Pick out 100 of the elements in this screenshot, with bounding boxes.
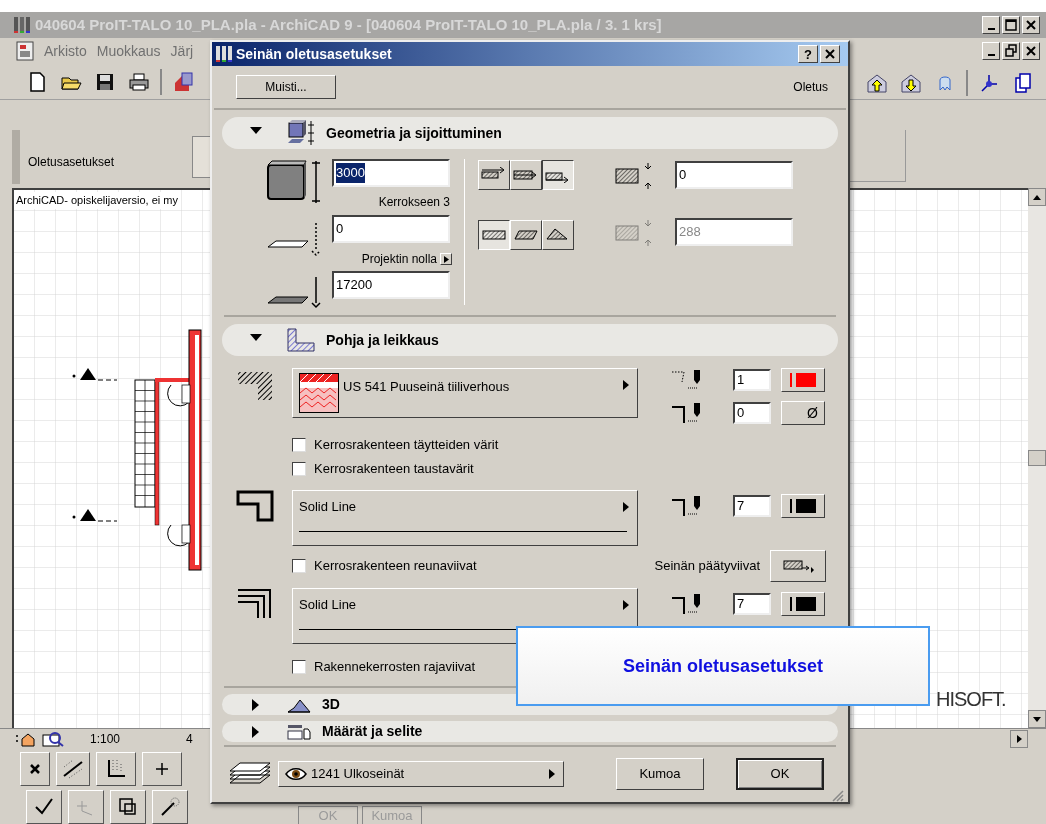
close-icon: [824, 48, 836, 60]
app-icon: [12, 15, 32, 35]
app-icon: [214, 44, 234, 64]
zoom-icon: [42, 730, 66, 747]
favorites-button[interactable]: Muisti...: [236, 75, 336, 99]
section-title: 3D: [322, 695, 340, 714]
bottom-link-label: Projektin nolla: [361, 251, 437, 268]
info-label: Oletusasetukset: [28, 154, 115, 171]
dropdown-arrow-icon: [623, 501, 629, 512]
dialog-button[interactable]: Kumoa: [616, 758, 704, 790]
close-button[interactable]: [820, 45, 840, 63]
scroll-right-icon: [1016, 734, 1022, 743]
input-field[interactable]: 0: [675, 161, 793, 189]
checkbox-label: Kerrosrakenteen reunaviivat: [314, 557, 477, 576]
snap-tool[interactable]: [68, 790, 104, 824]
input-field[interactable]: 0: [332, 215, 450, 243]
house-down-icon: [900, 72, 922, 94]
check-tool[interactable]: [26, 790, 62, 824]
document-icon: [16, 41, 34, 61]
dialog-button[interactable]: OK: [736, 758, 824, 790]
dropdown-arrow-icon: [623, 599, 629, 610]
callout-text: Seinän oletusasetukset: [622, 654, 824, 678]
end-lines-button[interactable]: [770, 550, 826, 582]
dropdown-button[interactable]: [440, 253, 452, 265]
scale-label[interactable]: 1:100: [90, 729, 150, 748]
maximize-button[interactable]: [1002, 16, 1020, 34]
resize-grip-icon[interactable]: [830, 788, 844, 802]
end-lines-label: Seinän päätyviivat: [654, 557, 760, 576]
vertical-scrollbar[interactable]: [1028, 188, 1046, 728]
input-field[interactable]: 3000: [332, 159, 450, 187]
minimize-icon: [987, 28, 995, 30]
grid-line-icon: [61, 757, 85, 781]
checkbox[interactable]: [292, 462, 306, 476]
dropdown-arrow-icon: [623, 380, 629, 390]
pen-number-field[interactable]: 0: [733, 402, 771, 424]
checkbox[interactable]: [292, 438, 306, 452]
close-button[interactable]: [1022, 42, 1040, 60]
pen-number-field[interactable]: 1: [733, 369, 771, 391]
listing-icon: [286, 722, 312, 741]
line-type-name: Solid Line: [299, 498, 357, 516]
pen-color-button[interactable]: [781, 494, 825, 518]
wall-geometry-icon: [286, 119, 316, 147]
wall-outline-icon: [236, 490, 274, 522]
trapezoid-wall-icon: [513, 227, 539, 243]
pen-number-field[interactable]: 7: [733, 593, 771, 615]
dropdown-arrow-icon: [443, 255, 449, 263]
minimize-button[interactable]: [982, 16, 1000, 34]
magic-wand-tool[interactable]: [152, 790, 188, 824]
layers-icon: [228, 761, 272, 787]
fill-dropdown[interactable]: US 541 Puuseinä tiiliverhous: [292, 368, 638, 418]
line-type-dropdown[interactable]: Solid Line: [292, 490, 638, 546]
cross-tool[interactable]: [20, 752, 50, 786]
scroll-down-icon: [1033, 716, 1041, 722]
status-text: 4: [186, 730, 193, 748]
section-marker-icon: [72, 368, 118, 381]
section-header[interactable]: Pohja ja leikkaus: [222, 324, 838, 356]
toggle-button[interactable]: [542, 160, 574, 190]
line-center-icon: [513, 167, 539, 183]
line-type-name: Solid Line: [299, 596, 357, 614]
group-tool[interactable]: [110, 790, 146, 824]
pen-color-button[interactable]: [781, 592, 825, 616]
info-field[interactable]: [192, 136, 212, 178]
wall-end-icon: [782, 558, 814, 574]
scrollbar-thumb[interactable]: [1028, 450, 1046, 466]
help-button[interactable]: ?: [798, 45, 818, 63]
pen-number-field[interactable]: 7: [733, 495, 771, 517]
restore-icon: [1003, 43, 1019, 59]
copy-icon: [1012, 72, 1034, 94]
checkbox-label: Kerrosrakenteen taustavärit: [314, 460, 474, 479]
floor-plan-section-icon: [286, 327, 316, 353]
section-header[interactable]: Geometria ja sijoittuminen: [222, 117, 838, 149]
input-field[interactable]: 17200: [332, 271, 450, 299]
checkbox[interactable]: [292, 559, 306, 573]
print-icon: [128, 70, 150, 93]
grid-line-tool[interactable]: [56, 752, 90, 786]
fill-name: US 541 Puuseinä tiiliverhous: [343, 378, 510, 396]
top-link-label: Kerrokseen 3: [377, 194, 450, 209]
plus-tool[interactable]: [142, 752, 182, 786]
brand-logo: HISOFT.: [936, 687, 1006, 712]
background-pen-button[interactable]: Ø: [781, 401, 825, 425]
checkbox-label: Kerrosrakenteen täytteiden värit: [314, 436, 499, 455]
section-header[interactable]: Määrät ja selite: [222, 721, 838, 742]
fill-pattern-icon: [236, 370, 274, 402]
section-marker-icon: [72, 509, 118, 522]
minimize-icon: [987, 54, 995, 56]
house-copy-icon: [172, 70, 194, 93]
scroll-right-button[interactable]: [1010, 729, 1028, 748]
layer-dropdown[interactable]: 1241 Ulkoseinät: [278, 761, 564, 787]
toggle-button[interactable]: [478, 220, 510, 250]
watermark-note: ArchiCAD- opiskelijaversio, ei my: [16, 192, 178, 209]
close-button[interactable]: [1022, 16, 1040, 34]
pen-color-button[interactable]: [781, 368, 825, 392]
restore-button[interactable]: [1002, 42, 1020, 60]
checkbox[interactable]: [292, 660, 306, 674]
eye-icon: [285, 767, 307, 781]
minimize-button[interactable]: [982, 42, 1000, 60]
composite-swatch-icon: [299, 373, 339, 413]
layer-name: 1241 Ulkoseinät: [311, 765, 405, 784]
section-title: Geometria ja sijoittuminen: [326, 123, 502, 143]
grid-axes-tool[interactable]: [96, 752, 136, 786]
